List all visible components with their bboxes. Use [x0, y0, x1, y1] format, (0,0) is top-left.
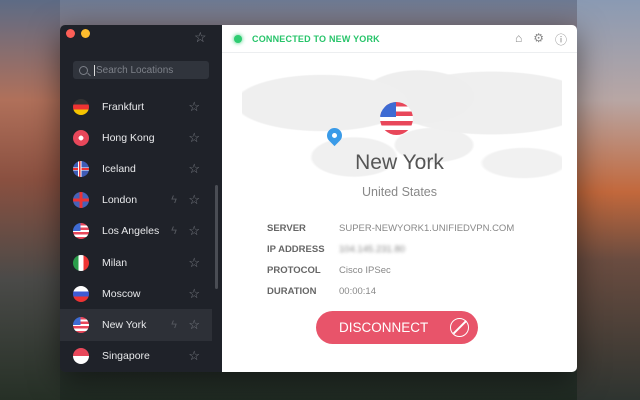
- help-icon[interactable]: ⓘ: [555, 31, 567, 48]
- detail-value: SUPER-NEWYORK1.UNIFIEDVPN.COM: [339, 223, 515, 234]
- location-item[interactable]: Iceland ☆: [60, 153, 212, 184]
- main-panel: CONNECTED TO NEW YORK ⌂ ⚙ ⓘ New York Uni…: [222, 25, 577, 372]
- detail-protocol: PROTOCOL Cisco IPSec: [267, 260, 514, 281]
- is-flag-icon: [73, 160, 89, 177]
- de-flag-icon: [73, 98, 89, 115]
- search-icon: [79, 65, 88, 75]
- favorite-star-icon[interactable]: ☆: [188, 348, 200, 364]
- detail-ip: IP ADDRESS 104.145.231.80: [267, 239, 514, 260]
- location-item[interactable]: Frankfurt ☆: [60, 91, 212, 122]
- location-item[interactable]: London ϟ ☆: [60, 185, 212, 216]
- disconnect-label: DISCONNECT: [339, 320, 429, 335]
- scrollbar[interactable]: [215, 185, 218, 289]
- vpn-window: ☆ Search Locations Frankfurt ☆ Hong Kong ☆ I…: [60, 25, 577, 372]
- location-item[interactable]: Milan ☆: [60, 247, 212, 278]
- location-name: Milan: [102, 256, 128, 269]
- location-name: Frankfurt: [102, 100, 145, 113]
- desktop-wallpaper-left: [0, 0, 60, 400]
- favorite-star-icon[interactable]: ☆: [188, 99, 200, 115]
- detail-value: 00:00:14: [339, 286, 376, 297]
- disconnect-button[interactable]: DISCONNECT: [316, 311, 478, 344]
- desktop-wallpaper-right: [577, 0, 640, 400]
- favorite-star-icon[interactable]: ☆: [188, 223, 200, 239]
- lightning-icon: ϟ: [171, 318, 177, 331]
- detail-duration: DURATION 00:00:14: [267, 281, 514, 302]
- location-name: Singapore: [102, 350, 150, 363]
- favorite-star-icon[interactable]: ☆: [188, 130, 200, 146]
- detail-value: 104.145.231.80: [339, 244, 406, 255]
- location-name: New York: [102, 318, 147, 331]
- ban-icon: [450, 318, 469, 337]
- location-name: Iceland: [102, 162, 136, 175]
- location-name: Los Angeles: [102, 225, 160, 238]
- gb-flag-icon: [73, 192, 89, 209]
- it-flag-icon: [73, 254, 89, 271]
- window-controls: [66, 29, 90, 38]
- detail-server: SERVER SUPER-NEWYORK1.UNIFIEDVPN.COM: [267, 218, 514, 239]
- lightning-icon: ϟ: [171, 194, 177, 207]
- search-placeholder: Search Locations: [96, 64, 174, 76]
- us-flag-icon: [73, 316, 89, 333]
- connection-details: SERVER SUPER-NEWYORK1.UNIFIEDVPN.COM IP A…: [267, 218, 514, 302]
- city-name: New York: [355, 151, 444, 174]
- favorite-star-icon[interactable]: ☆: [188, 286, 200, 302]
- location-item[interactable]: Moscow ☆: [60, 278, 212, 309]
- sidebar: ☆ Search Locations Frankfurt ☆ Hong Kong ☆ I…: [60, 25, 222, 372]
- location-name: Moscow: [102, 287, 141, 300]
- detail-label: SERVER: [267, 223, 306, 234]
- detail-label: IP ADDRESS: [267, 244, 325, 255]
- lightning-icon: ϟ: [171, 225, 177, 238]
- location-pin-icon: [323, 124, 346, 147]
- favorite-star-icon[interactable]: ☆: [188, 317, 200, 333]
- location-list: Frankfurt ☆ Hong Kong ☆ Iceland ☆ London ϟ ☆ Los …: [60, 91, 212, 372]
- favorite-star-icon[interactable]: ☆: [188, 192, 200, 208]
- location-item[interactable]: New York ϟ ☆: [60, 309, 212, 341]
- favorite-star-icon[interactable]: ☆: [188, 161, 200, 177]
- detail-label: PROTOCOL: [267, 265, 321, 276]
- search-input[interactable]: Search Locations: [73, 61, 209, 79]
- favorite-star-icon[interactable]: ☆: [188, 255, 200, 271]
- home-icon[interactable]: ⌂: [515, 31, 522, 48]
- location-name: London: [102, 194, 138, 207]
- hk-flag-icon: [73, 129, 89, 146]
- country-name: United States: [361, 185, 438, 199]
- detail-label: DURATION: [267, 286, 317, 297]
- connected-status-dot: [234, 34, 242, 43]
- location-item[interactable]: Hong Kong ☆: [60, 122, 212, 153]
- us-flag-icon: [380, 102, 413, 135]
- favorites-star-icon[interactable]: ☆: [194, 29, 207, 46]
- sg-flag-icon: [73, 348, 89, 365]
- location-name: Hong Kong: [102, 131, 155, 144]
- text-caret: [94, 64, 95, 76]
- location-item[interactable]: Los Angeles ϟ ☆: [60, 216, 212, 247]
- ru-flag-icon: [73, 285, 89, 302]
- gear-icon[interactable]: ⚙: [533, 31, 544, 48]
- detail-value: Cisco IPSec: [339, 265, 391, 276]
- close-button[interactable]: [66, 29, 75, 38]
- minimize-button[interactable]: [81, 29, 90, 38]
- location-item[interactable]: Singapore ☆: [60, 341, 212, 372]
- connection-status: CONNECTED TO NEW YORK: [252, 33, 380, 44]
- us-flag-icon: [73, 223, 89, 240]
- header: CONNECTED TO NEW YORK ⌂ ⚙ ⓘ: [222, 25, 577, 53]
